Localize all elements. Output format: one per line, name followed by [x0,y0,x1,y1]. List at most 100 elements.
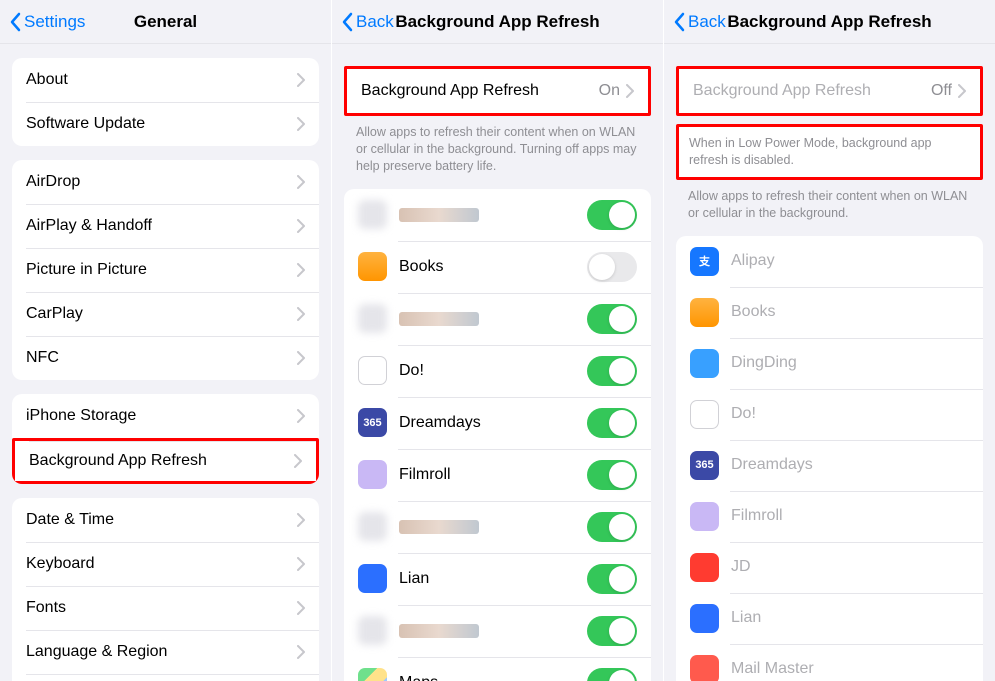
app-toggle[interactable] [587,304,637,334]
generic-icon [358,512,387,541]
app-toggle-row [344,293,651,345]
bar-footer-text: Allow apps to refresh their content when… [356,124,639,175]
row-airplay-handoff[interactable]: AirPlay & Handoff [12,204,319,248]
generic-icon [358,200,387,229]
row-about[interactable]: About [12,58,319,102]
panel-general: Settings General About Software Update A… [0,0,332,681]
app-label: Dreamdays [399,414,587,432]
chevron-right-icon [958,84,966,98]
app-label: Filmroll [399,466,587,484]
row-software-update[interactable]: Software Update [12,102,319,146]
chevron-right-icon [626,84,634,98]
app-toggle[interactable] [587,512,637,542]
row-date-time[interactable]: Date & Time [12,498,319,542]
app-row-disabled: 365 Dreamdays [676,440,983,491]
app-toggle[interactable] [587,460,637,490]
app-label: Do! [399,362,587,380]
app-label: Books [731,303,969,321]
group-bar-setting: Background App Refresh On [344,66,651,116]
do-icon: Do! [690,400,719,429]
film-icon [358,460,387,489]
app-row-disabled: DingDing [676,338,983,389]
lian-icon [358,564,387,593]
dream-icon: 365 [690,451,719,480]
page-title: General [134,12,197,32]
dream-icon: 365 [358,408,387,437]
row-bar-mode-off[interactable]: Background App Refresh Off [679,69,980,113]
group-language: Date & Time Keyboard Fonts Language & Re… [12,498,319,681]
back-to-general-off[interactable]: Back [672,12,726,32]
jd-icon [690,553,719,582]
books-icon [690,298,719,327]
app-toggle-row: Maps [344,657,651,681]
general-scroll[interactable]: About Software Update AirDrop AirPlay & … [0,44,331,681]
back-to-general[interactable]: Back [340,12,394,32]
back-label: Back [356,12,394,32]
app-label: Lian [731,609,969,627]
back-label: Settings [24,12,85,32]
chevron-right-icon [297,307,305,321]
app-row-disabled: Do! Do! [676,389,983,440]
group-app-list-off: 支AlipayBooksDingDingDo!Do!365DreamdaysFi… [676,236,983,681]
low-power-note: When in Low Power Mode, background app r… [676,124,983,180]
row-nfc[interactable]: NFC [12,336,319,380]
group-bar-setting-off: Background App Refresh Off [676,66,983,116]
app-label [399,624,587,638]
bar-off-scroll[interactable]: Background App Refresh Off When in Low P… [664,44,995,681]
row-pip[interactable]: Picture in Picture [12,248,319,292]
bar-footer-text-off: Allow apps to refresh their content when… [688,188,971,222]
app-toggle[interactable] [587,564,637,594]
app-label: Dreamdays [731,456,969,474]
generic-icon [358,616,387,645]
app-toggle[interactable] [587,616,637,646]
app-label [399,520,587,534]
lian-icon [690,604,719,633]
chevron-right-icon [297,513,305,527]
chevron-right-icon [297,645,305,659]
row-dictionary[interactable]: Dictionary [12,674,319,681]
bar-on-scroll[interactable]: Background App Refresh On Allow apps to … [332,44,663,681]
chevron-right-icon [297,409,305,423]
app-toggle[interactable] [587,356,637,386]
app-label: Alipay [731,252,969,270]
bar-status-value: On [599,82,620,100]
app-label: Lian [399,570,587,588]
header-general: Settings General [0,0,331,44]
ding-icon [690,349,719,378]
app-label: DingDing [731,354,969,372]
row-carplay[interactable]: CarPlay [12,292,319,336]
row-keyboard[interactable]: Keyboard [12,542,319,586]
panel-bar-off: Back Background App Refresh Background A… [664,0,995,681]
chevron-left-icon [8,12,22,32]
app-toggle[interactable] [587,408,637,438]
row-language-region[interactable]: Language & Region [12,630,319,674]
row-airdrop[interactable]: AirDrop [12,160,319,204]
bar-status-value-off: Off [931,82,952,100]
row-iphone-storage[interactable]: iPhone Storage [12,394,319,438]
chevron-right-icon [297,117,305,131]
alipay-icon: 支 [690,247,719,276]
group-about: About Software Update [12,58,319,146]
app-toggle[interactable] [587,668,637,681]
app-label: Maps [399,674,587,681]
chevron-right-icon [297,73,305,87]
chevron-right-icon [297,557,305,571]
header-bar-on: Back Background App Refresh [332,0,663,44]
app-toggle[interactable] [587,200,637,230]
chevron-left-icon [672,12,686,32]
row-bar-mode[interactable]: Background App Refresh On [347,69,648,113]
row-background-app-refresh[interactable]: Background App Refresh [12,438,319,484]
app-toggle-row: Filmroll [344,449,651,501]
page-title: Background App Refresh [395,12,599,32]
back-to-settings[interactable]: Settings [8,12,85,32]
app-row-disabled: Lian [676,593,983,644]
app-toggle-row: Lian [344,553,651,605]
app-toggle-row [344,501,651,553]
app-toggle[interactable] [587,252,637,282]
app-toggle-row [344,605,651,657]
app-label [399,208,587,222]
app-label: Mail Master [731,660,969,678]
app-label: Do! [731,405,969,423]
row-fonts[interactable]: Fonts [12,586,319,630]
header-bar-off: Back Background App Refresh [664,0,995,44]
